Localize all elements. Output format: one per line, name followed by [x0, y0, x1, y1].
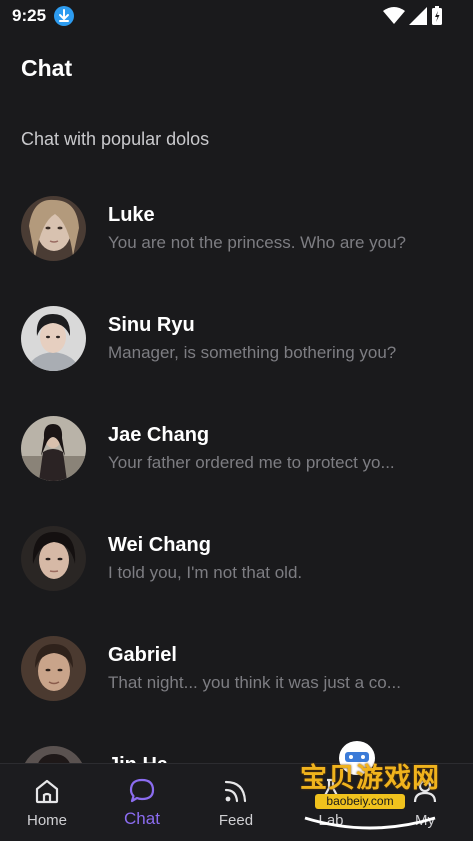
- nav-home[interactable]: Home: [0, 764, 94, 841]
- chat-preview: I told you, I'm not that old.: [108, 563, 303, 582]
- chat-item-sinu-ryu[interactable]: Sinu Ryu Manager, is something bothering…: [0, 282, 473, 392]
- chat-preview: That night... you think it was just a co…: [108, 673, 401, 692]
- nav-label: Chat: [124, 809, 160, 828]
- watermark-text: 宝贝游戏网: [300, 763, 440, 793]
- avatar: [21, 196, 86, 261]
- chat-preview: You are not the princess. Who are you?: [108, 233, 406, 252]
- rss-feed-icon: [224, 780, 247, 803]
- download-icon: [54, 6, 74, 26]
- page-title: Chat: [21, 55, 73, 81]
- chat-preview: Your father ordered me to protect yo...: [108, 453, 395, 472]
- section-label: Chat with popular dolos: [21, 129, 210, 149]
- status-icons: [383, 6, 443, 26]
- wifi-icon: [383, 7, 405, 24]
- avatar: [21, 416, 86, 481]
- nav-feed[interactable]: Feed: [189, 764, 283, 841]
- avatar: [21, 306, 86, 371]
- nav-chat[interactable]: Chat: [95, 764, 189, 841]
- chat-name: Sinu Ryu: [108, 314, 195, 336]
- avatar: [21, 526, 86, 591]
- chat-name: Luke: [108, 204, 155, 226]
- chat-screen: 9:25 Chat Chat with popular dolos Luke Y…: [0, 0, 473, 841]
- chat-item-jae-chang[interactable]: Jae Chang Your father ordered me to prot…: [0, 392, 473, 502]
- watermark: 宝贝游戏网 baobeiy.com: [295, 738, 445, 833]
- battery-icon: [432, 6, 442, 25]
- status-time: 9:25: [12, 6, 47, 25]
- chat-bubble-icon: [129, 778, 155, 803]
- chat-preview: Manager, is something bothering you?: [108, 343, 397, 362]
- avatar: [21, 636, 86, 701]
- status-bar: 9:25: [0, 0, 473, 34]
- chat-item-wei-chang[interactable]: Wei Chang I told you, I'm not that old.: [0, 502, 473, 612]
- chat-name: Gabriel: [108, 644, 177, 666]
- chat-name: Wei Chang: [108, 534, 211, 556]
- nav-label: Home: [26, 812, 67, 829]
- home-icon: [35, 779, 59, 804]
- signal-icon: [409, 7, 427, 25]
- chat-item-gabriel[interactable]: Gabriel That night... you think it was j…: [0, 612, 473, 722]
- watermark-url: baobeiy.com: [315, 794, 405, 809]
- chat-name: Jae Chang: [108, 424, 210, 446]
- nav-label: Feed: [218, 812, 254, 829]
- chat-item-luke[interactable]: Luke You are not the princess. Who are y…: [0, 172, 473, 282]
